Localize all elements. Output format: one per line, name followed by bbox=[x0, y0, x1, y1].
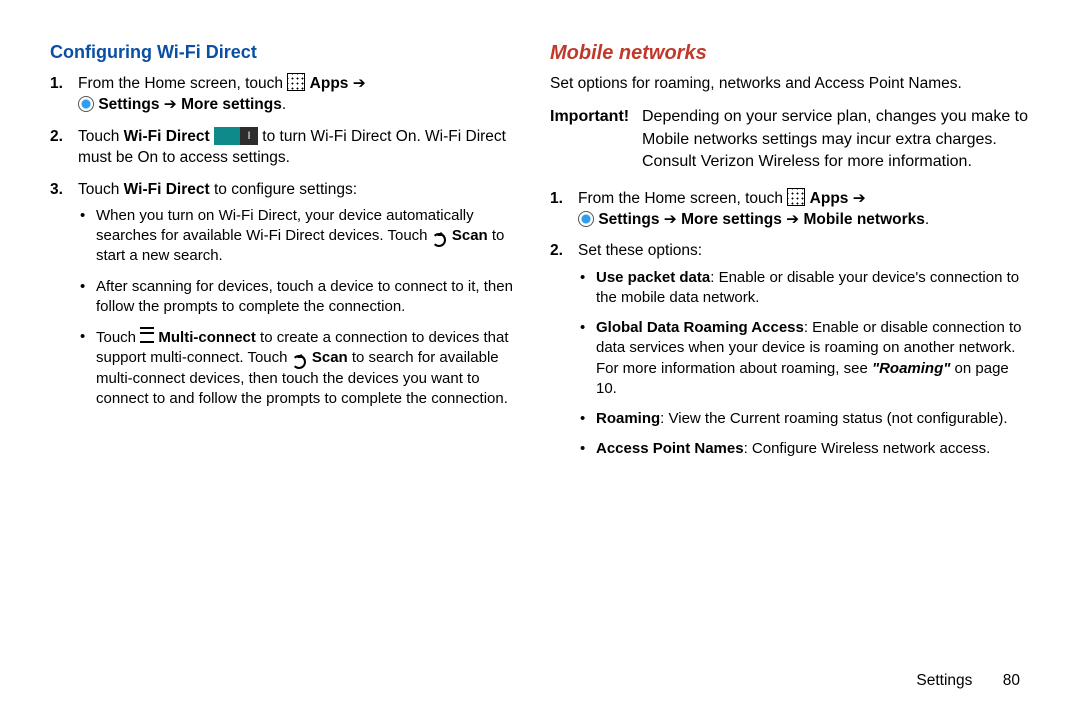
step-1: 1. From the Home screen, touch Apps ➔ Se… bbox=[578, 188, 1030, 231]
page-footer: Settings 80 bbox=[916, 672, 1020, 690]
step-2: 2. Set these options: Use packet data: E… bbox=[578, 240, 1030, 459]
opt-apn: Access Point Names: Configure Wireless n… bbox=[596, 439, 1030, 459]
settings-label: Settings bbox=[98, 96, 159, 113]
bullet-1: When you turn on Wi-Fi Direct, your devi… bbox=[96, 206, 530, 267]
scan-icon bbox=[292, 349, 308, 365]
scan-icon bbox=[432, 227, 448, 243]
steps-list-right: 1. From the Home screen, touch Apps ➔ Se… bbox=[550, 188, 1030, 460]
footer-section: Settings bbox=[916, 672, 972, 689]
steps-list-left: 1. From the Home screen, touch Apps ➔ Se… bbox=[50, 73, 530, 409]
options-list: Use packet data: Enable or disable your … bbox=[578, 268, 1030, 460]
heading-mobile-networks: Mobile networks bbox=[550, 42, 1030, 65]
mobile-networks-label: Mobile networks bbox=[803, 211, 924, 228]
step-3: 3. Touch Wi-Fi Direct to configure setti… bbox=[78, 179, 530, 410]
opt-global-roaming: Global Data Roaming Access: Enable or di… bbox=[596, 318, 1030, 399]
heading-configuring-wifi-direct: Configuring Wi-Fi Direct bbox=[50, 42, 530, 63]
apps-icon bbox=[287, 73, 305, 91]
apps-label: Apps bbox=[310, 75, 349, 92]
menu-icon bbox=[140, 327, 154, 343]
footer-page-number: 80 bbox=[1003, 672, 1020, 689]
step-1: 1. From the Home screen, touch Apps ➔ Se… bbox=[78, 73, 530, 116]
important-note: Important! Depending on your service pla… bbox=[550, 106, 1030, 173]
settings-icon bbox=[578, 211, 594, 227]
apps-icon bbox=[787, 188, 805, 206]
scan-label: Scan bbox=[452, 227, 488, 244]
manual-page: Configuring Wi-Fi Direct 1. From the Hom… bbox=[0, 0, 1080, 720]
toggle-icon bbox=[214, 127, 258, 145]
right-column: Mobile networks Set options for roaming,… bbox=[540, 38, 1040, 680]
left-column: Configuring Wi-Fi Direct 1. From the Hom… bbox=[40, 38, 540, 680]
opt-roaming: Roaming: View the Current roaming status… bbox=[596, 409, 1030, 429]
multi-connect-label: Multi-connect bbox=[158, 329, 256, 346]
settings-icon bbox=[78, 96, 94, 112]
bullet-2: After scanning for devices, touch a devi… bbox=[96, 277, 530, 318]
bullet-3: Touch Multi-connect to create a connecti… bbox=[96, 327, 530, 409]
opt-use-packet-data: Use packet data: Enable or disable your … bbox=[596, 268, 1030, 309]
wifi-direct-label: Wi-Fi Direct bbox=[124, 128, 210, 145]
roaming-quote: "Roaming" bbox=[872, 360, 950, 377]
important-label: Important! bbox=[550, 106, 629, 128]
step-2: 2. Touch Wi-Fi Direct to turn Wi-Fi Dire… bbox=[78, 126, 530, 169]
sub-bullets: When you turn on Wi-Fi Direct, your devi… bbox=[78, 206, 530, 409]
intro-text: Set options for roaming, networks and Ac… bbox=[550, 73, 1030, 94]
more-settings-label: More settings bbox=[181, 96, 282, 113]
